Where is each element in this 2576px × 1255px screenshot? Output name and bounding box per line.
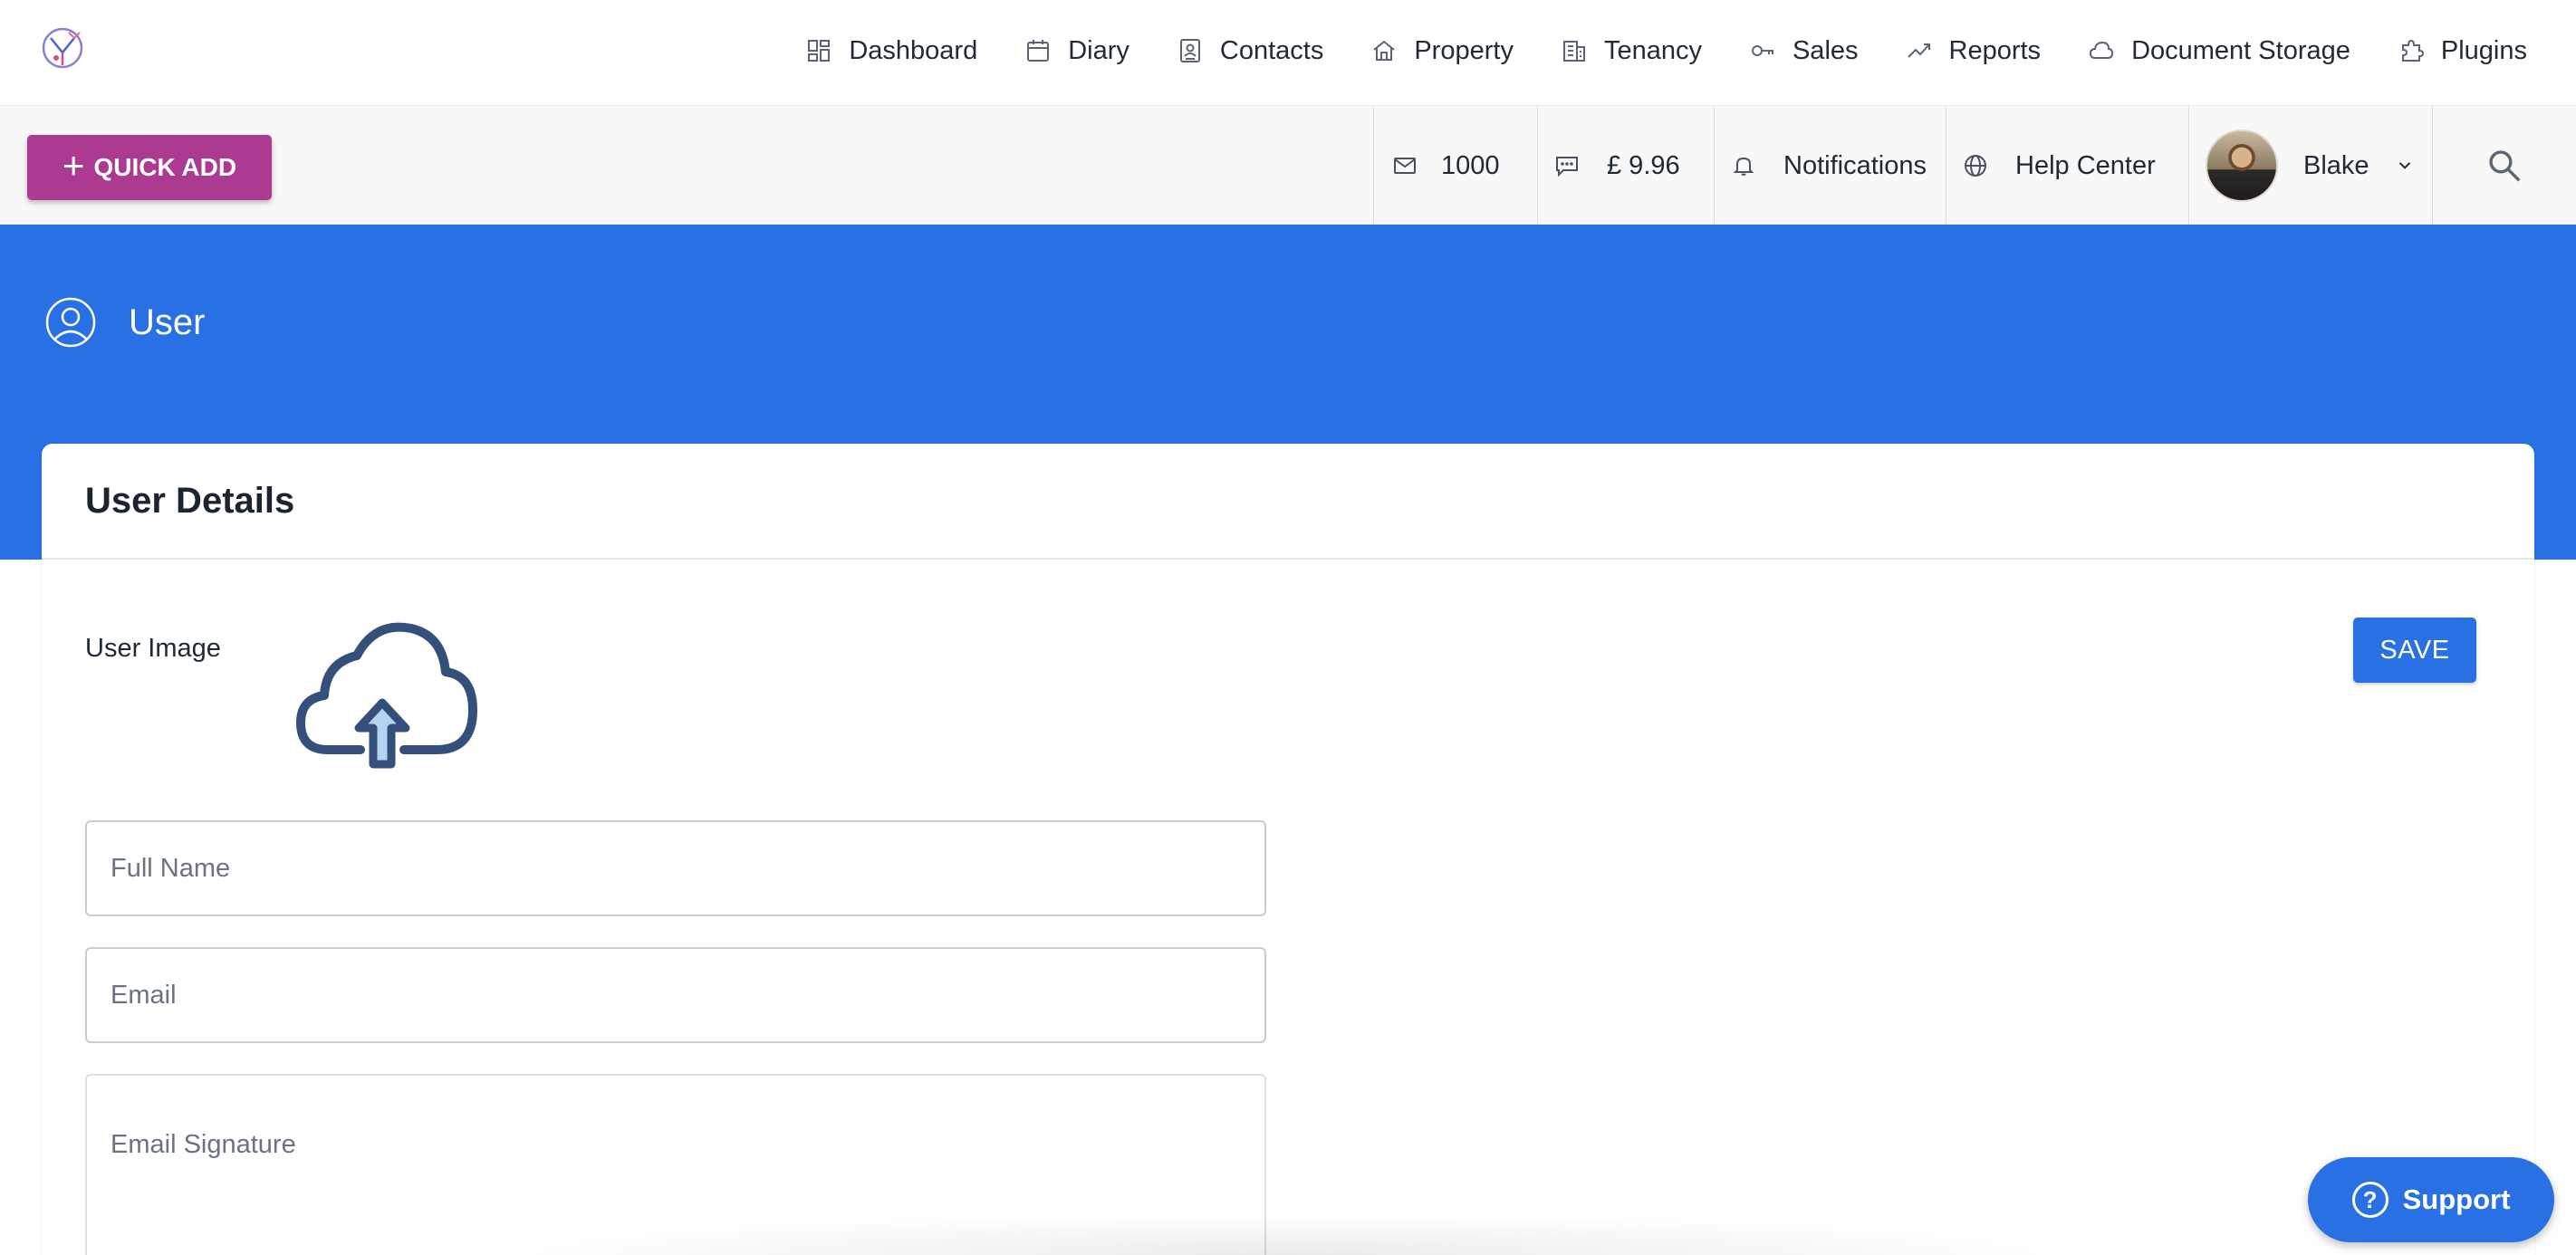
contact-card-icon: [1179, 39, 1200, 62]
quick-add-button[interactable]: + QUICK ADD: [27, 135, 272, 200]
building-icon: [1562, 41, 1585, 62]
nav-contacts[interactable]: Contacts: [1177, 36, 1323, 66]
support-label: Support: [2402, 1183, 2511, 1215]
nav-reports[interactable]: Reports: [1906, 35, 2042, 66]
user-details-card: User Details User Image SAVE: [42, 444, 2534, 1255]
nav-tenancy-label: Tenancy: [1603, 35, 1702, 65]
nav-diary[interactable]: Diary: [1024, 36, 1129, 66]
globe-icon: [1965, 155, 1986, 177]
home-icon: [1373, 40, 1395, 61]
dashboard-icon: [808, 40, 831, 62]
support-button[interactable]: ? Support: [2308, 1157, 2554, 1242]
help-center-label: Help Center: [2015, 150, 2156, 180]
nav-tenancy[interactable]: Tenancy: [1561, 36, 1702, 66]
nav-plugins[interactable]: Plugins: [2398, 36, 2527, 66]
notifications-button[interactable]: Notifications: [1714, 106, 1946, 225]
cloud-upload-icon[interactable]: [286, 616, 485, 770]
avatar: [2206, 129, 2278, 202]
notifications-label: Notifications: [1783, 150, 1927, 180]
help-circle-icon: ?: [2351, 1182, 2389, 1218]
calendar-icon: [1027, 40, 1050, 62]
sms-balance[interactable]: £ 9.96: [1537, 106, 1715, 225]
bottom-shadow: [507, 1213, 2065, 1255]
sms-balance-value: £ 9.96: [1607, 150, 1680, 180]
trending-up-icon: [1907, 43, 1930, 58]
message-icon: [1556, 157, 1578, 177]
nav-document-storage-label: Document Storage: [2131, 35, 2350, 65]
chevron-down-icon: [2398, 162, 2410, 169]
top-navigation: Dashboard Diary Contacts Property Tenanc…: [0, 0, 2576, 101]
search-button[interactable]: [2432, 106, 2576, 225]
nav-contacts-label: Contacts: [1219, 35, 1324, 65]
nav-dashboard[interactable]: Dashboard: [805, 36, 977, 66]
toolbar: + QUICK ADD 1000 £ 9.96 Notifications He…: [0, 105, 2576, 225]
plus-icon: +: [62, 144, 85, 187]
full-name-field[interactable]: [85, 820, 1266, 916]
nav-sales-label: Sales: [1792, 35, 1859, 65]
nav-document-storage[interactable]: Document Storage: [2088, 36, 2350, 66]
nav-sales[interactable]: Sales: [1749, 36, 1859, 66]
nav-diary-label: Diary: [1068, 35, 1129, 65]
user-name: Blake: [2303, 150, 2369, 180]
nav-property[interactable]: Property: [1370, 36, 1514, 66]
page-title-group: User: [43, 295, 205, 350]
app-logo[interactable]: [38, 24, 87, 72]
page-title: User: [129, 302, 206, 342]
user-menu[interactable]: Blake: [2188, 106, 2433, 225]
save-button[interactable]: SAVE: [2353, 618, 2476, 683]
nav-property-label: Property: [1414, 35, 1514, 65]
card-title: User Details: [42, 444, 2534, 560]
nav-plugins-label: Plugins: [2440, 35, 2527, 65]
nav-dashboard-label: Dashboard: [849, 35, 978, 65]
email-credits[interactable]: 1000: [1373, 106, 1538, 225]
help-center-button[interactable]: Help Center: [1946, 106, 2189, 225]
nav-reports-label: Reports: [1948, 35, 2042, 65]
bell-icon: [1733, 157, 1754, 176]
quick-add-label: QUICK ADD: [93, 153, 237, 181]
cloud-icon: [2090, 41, 2114, 59]
puzzle-icon: [2401, 39, 2424, 62]
email-credits-value: 1000: [1441, 150, 1500, 180]
email-field[interactable]: [85, 947, 1266, 1043]
search-icon: [2489, 150, 2521, 182]
key-icon: [1751, 45, 1773, 56]
user-circle-icon: [45, 297, 96, 348]
user-image-label: User Image: [85, 634, 221, 663]
mail-icon: [1394, 158, 1416, 174]
main-menu: Dashboard Diary Contacts Property Tenanc…: [805, 0, 2527, 101]
